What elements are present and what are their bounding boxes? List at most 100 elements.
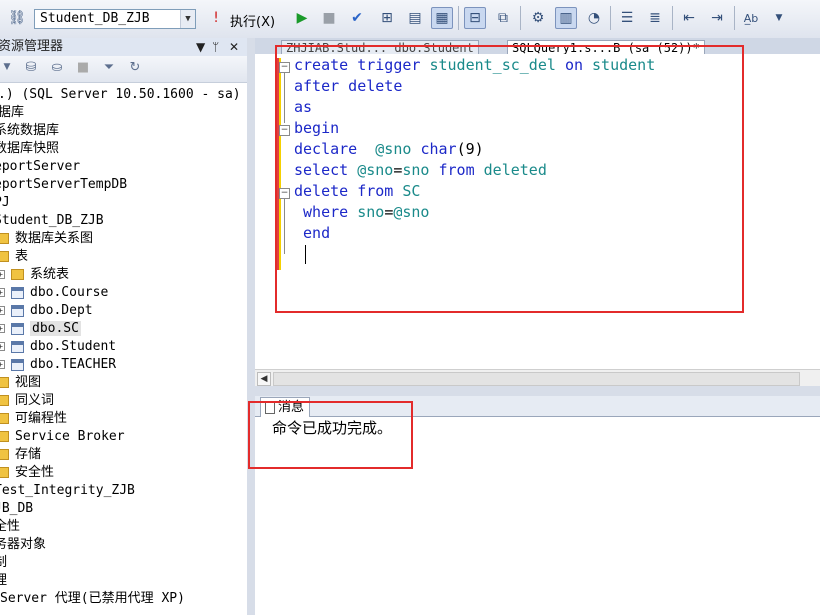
tree-item-label: dbo.SC (30, 321, 81, 336)
tree-item-label: 安全性 (15, 465, 55, 480)
tree-item[interactable]: 存储 (0, 446, 41, 464)
tree-table-item[interactable]: + dbo.TEACHER (0, 356, 116, 374)
tree-item-label: 系统数据库 (0, 123, 60, 138)
editor-horizontal-scrollbar[interactable]: ◀ (255, 369, 820, 387)
tree-item-label: eportServer (0, 159, 81, 174)
execute-button[interactable]: 执行(X) (230, 11, 275, 30)
connect-object-explorer-icon[interactable]: ⛁ (22, 60, 40, 78)
tree-item-label: dbo.TEACHER (30, 357, 117, 372)
toolbar-separator (734, 6, 735, 30)
tree-item[interactable]: JB_DB (0, 500, 33, 518)
tree-item-label: 制 (0, 555, 8, 570)
outdent-icon[interactable]: ⇤ (678, 7, 700, 29)
available-databases-select[interactable]: Student_DB_ZJB ▼ (34, 9, 196, 29)
execute-icon[interactable]: ▶ (291, 7, 313, 29)
close-icon[interactable]: ✕ (229, 38, 239, 56)
tree-item[interactable]: 表 (0, 248, 28, 266)
connect-dropdown-icon[interactable]: ▼ (0, 62, 16, 80)
tree-item[interactable]: 系统数据库 (0, 122, 59, 140)
folder-icon (0, 233, 9, 244)
tree-item[interactable]: + 系统表 (0, 266, 69, 284)
scrollbar-thumb[interactable] (273, 372, 800, 386)
tree-item-label: dbo.Course (30, 285, 109, 300)
scroll-left-icon[interactable]: ◀ (257, 372, 271, 386)
tree-item-label: 同义词 (15, 393, 55, 408)
stop-icon[interactable]: ■ (74, 60, 92, 78)
tree-item-label: PJ (0, 195, 10, 210)
tree-item-label: dbo.Student (30, 339, 117, 354)
chevron-down-icon[interactable]: ▼ (180, 10, 195, 28)
folder-icon (11, 269, 24, 280)
client-stats-icon[interactable]: ▥ (555, 7, 577, 29)
tree-table-item[interactable]: + dbo.Student (0, 338, 116, 356)
table-icon (11, 322, 24, 335)
tree-item[interactable]: 数据库快照 (0, 140, 59, 158)
filter-icon[interactable]: ⏷ (100, 60, 118, 78)
tree-item[interactable]: 全性 (0, 518, 20, 536)
tree-item[interactable]: 可编程性 (0, 410, 67, 428)
include-plan-icon[interactable]: ⚙ (527, 7, 549, 29)
tree-item[interactable]: 理 (0, 572, 7, 590)
tree-item[interactable]: eportServer (0, 158, 80, 176)
tree-item[interactable]: 同义词 (0, 392, 54, 410)
folder-icon (0, 413, 9, 424)
tree-item[interactable]: Test_Integrity_ZJB (0, 482, 135, 500)
tree-table-item[interactable]: + dbo.SC (0, 320, 81, 338)
query-options-icon[interactable]: ▤ (404, 7, 426, 29)
pane-splitter[interactable] (247, 38, 255, 615)
toolbar-overflow-icon[interactable]: ▼ (768, 7, 790, 29)
expand-icon[interactable]: + (0, 324, 5, 333)
tree-item[interactable]: PJ (0, 194, 10, 212)
refresh-icon[interactable]: ↻ (126, 60, 144, 78)
tree-item[interactable]: 数据库关系图 (0, 230, 93, 248)
display-plan-icon[interactable]: ⊞ (376, 7, 398, 29)
object-explorer-toolbar: ▼ ⛁ ⛀ ■ ⏷ ↻ (0, 56, 247, 83)
table-icon (11, 286, 24, 299)
io-stats-icon[interactable]: ◔ (583, 7, 605, 29)
tree-item[interactable]: 视图 (0, 374, 41, 392)
uncomment-icon[interactable]: ≣ (644, 7, 666, 29)
folder-icon (0, 431, 9, 442)
results-text-icon[interactable]: ⊟ (464, 7, 486, 29)
results-splitter[interactable] (255, 386, 820, 396)
disconnect-icon[interactable]: ⛀ (48, 60, 66, 78)
tree-item[interactable]: 据库 (0, 104, 24, 122)
expand-icon[interactable]: + (0, 270, 5, 279)
parse-icon[interactable]: ✔ (346, 7, 368, 29)
tree-item-label: Test_Integrity_ZJB (0, 483, 135, 498)
tree-item[interactable]: 制 (0, 554, 7, 572)
tree-item[interactable]: .) (SQL Server 10.50.1600 - sa) (0, 86, 241, 104)
tree-item[interactable]: Student_DB_ZJB (0, 212, 104, 230)
connect-icon[interactable]: ⛓ (6, 7, 28, 29)
specify-values-icon[interactable]: A̲b (740, 7, 762, 29)
toolbar-separator (610, 6, 611, 30)
comment-icon[interactable]: ☰ (616, 7, 638, 29)
tree-item-label: 系统表 (30, 267, 70, 282)
expand-icon[interactable]: + (0, 342, 5, 351)
expand-icon[interactable]: + (0, 288, 5, 297)
tree-item-label: 据库 (0, 105, 25, 120)
indent-icon[interactable]: ⇥ (706, 7, 728, 29)
tree-item[interactable]: Service Broker (0, 428, 125, 446)
tree-item[interactable]: eportServerTempDB (0, 176, 127, 194)
tree-table-item[interactable]: + dbo.Dept (0, 302, 93, 320)
folder-icon (0, 395, 9, 406)
debug-icon[interactable]: ! (205, 7, 227, 29)
results-file-icon[interactable]: ⧉ (492, 7, 514, 29)
results-grid-icon[interactable]: ▦ (431, 7, 453, 29)
expand-icon[interactable]: + (0, 306, 5, 315)
tree-item-label: Service Broker (15, 429, 125, 444)
window-position-icon[interactable]: ▼ (196, 38, 205, 56)
expand-icon[interactable]: + (0, 360, 5, 369)
tree-item[interactable]: Server 代理(已禁用代理 XP) (0, 590, 185, 608)
stop-icon[interactable]: ■ (318, 7, 340, 29)
pin-icon[interactable]: ᛘ (212, 38, 219, 56)
tree-item-label: 表 (15, 249, 29, 264)
tree-item[interactable]: 安全性 (0, 464, 54, 482)
tree-item-label: 数据库快照 (0, 141, 60, 156)
selected-database-label: Student_DB_ZJB (40, 11, 150, 26)
tree-table-item[interactable]: + dbo.Course (0, 284, 108, 302)
tree-item-label: Student_DB_ZJB (0, 213, 104, 228)
folder-icon (0, 251, 9, 262)
tree-item[interactable]: 务器对象 (0, 536, 46, 554)
